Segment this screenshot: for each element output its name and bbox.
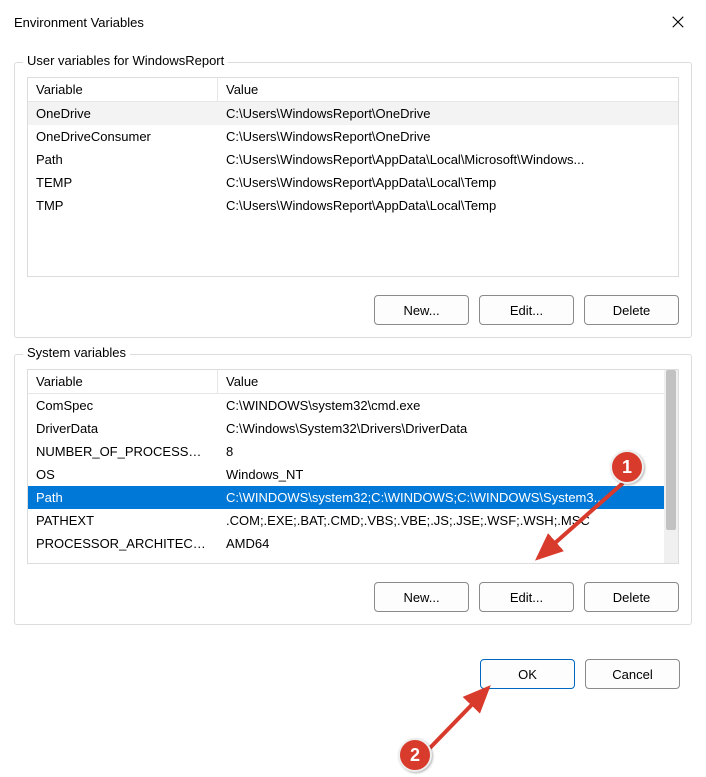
dialog-buttons-row: OK Cancel bbox=[0, 639, 706, 707]
sys-row-value: C:\WINDOWS\system32\cmd.exe bbox=[218, 394, 678, 417]
sys-row-variable: PATHEXT bbox=[28, 509, 218, 532]
titlebar: Environment Variables bbox=[0, 0, 706, 40]
sys-row-variable: OS bbox=[28, 463, 218, 486]
user-list-row[interactable]: TEMP C:\Users\WindowsReport\AppData\Loca… bbox=[28, 171, 678, 194]
user-delete-button[interactable]: Delete bbox=[584, 295, 679, 325]
sys-row-value: C:\Windows\System32\Drivers\DriverData bbox=[218, 417, 678, 440]
user-buttons-row: New... Edit... Delete bbox=[27, 295, 679, 325]
user-row-value: C:\Users\WindowsReport\AppData\Local\Tem… bbox=[218, 194, 678, 217]
sys-row-variable: NUMBER_OF_PROCESSORS bbox=[28, 440, 218, 463]
user-row-variable: OneDriveConsumer bbox=[28, 125, 218, 148]
sys-scrollbar[interactable] bbox=[664, 370, 678, 563]
user-variables-label: User variables for WindowsReport bbox=[23, 53, 228, 68]
sys-list-row[interactable]: PROCESSOR_ARCHITECTU... AMD64 bbox=[28, 532, 678, 555]
window-title: Environment Variables bbox=[14, 15, 144, 30]
annotation-badge-2: 2 bbox=[398, 738, 432, 772]
user-col-variable[interactable]: Variable bbox=[28, 78, 218, 102]
sys-row-value: .COM;.EXE;.BAT;.CMD;.VBS;.VBE;.JS;.JSE;.… bbox=[218, 509, 678, 532]
user-row-variable: Path bbox=[28, 148, 218, 171]
sys-row-variable: DriverData bbox=[28, 417, 218, 440]
user-row-value: C:\Users\WindowsReport\OneDrive bbox=[218, 102, 678, 125]
sys-list-row[interactable]: OS Windows_NT bbox=[28, 463, 678, 486]
sys-list-row-selected[interactable]: Path C:\WINDOWS\system32;C:\WINDOWS;C:\W… bbox=[28, 486, 678, 509]
close-button[interactable] bbox=[664, 8, 692, 36]
user-row-variable: TEMP bbox=[28, 171, 218, 194]
ok-button[interactable]: OK bbox=[480, 659, 575, 689]
user-row-value: C:\Users\WindowsReport\OneDrive bbox=[218, 125, 678, 148]
sys-buttons-row: New... Edit... Delete bbox=[27, 582, 679, 612]
sys-delete-button[interactable]: Delete bbox=[584, 582, 679, 612]
close-icon bbox=[671, 15, 685, 29]
sys-row-value: 8 bbox=[218, 440, 678, 463]
user-list-row[interactable]: OneDriveConsumer C:\Users\WindowsReport\… bbox=[28, 125, 678, 148]
sys-edit-button[interactable]: Edit... bbox=[479, 582, 574, 612]
sys-list-header[interactable]: Variable Value bbox=[28, 370, 678, 394]
sys-col-variable[interactable]: Variable bbox=[28, 370, 218, 394]
sys-scrollbar-thumb[interactable] bbox=[666, 370, 676, 530]
user-list-row[interactable]: OneDrive C:\Users\WindowsReport\OneDrive bbox=[28, 102, 678, 125]
user-variables-group: User variables for WindowsReport Variabl… bbox=[14, 62, 692, 338]
sys-col-value[interactable]: Value bbox=[218, 370, 678, 394]
system-variables-list[interactable]: Variable Value ComSpec C:\WINDOWS\system… bbox=[27, 369, 679, 564]
user-row-value: C:\Users\WindowsReport\AppData\Local\Tem… bbox=[218, 171, 678, 194]
sys-list-row[interactable]: ComSpec C:\WINDOWS\system32\cmd.exe bbox=[28, 394, 678, 417]
system-variables-label: System variables bbox=[23, 345, 130, 360]
annotation-badge-1: 1 bbox=[610, 450, 644, 484]
cancel-button[interactable]: Cancel bbox=[585, 659, 680, 689]
sys-row-variable: PROCESSOR_ARCHITECTU... bbox=[28, 532, 218, 555]
user-variables-list[interactable]: Variable Value OneDrive C:\Users\Windows… bbox=[27, 77, 679, 277]
sys-list-row[interactable]: PATHEXT .COM;.EXE;.BAT;.CMD;.VBS;.VBE;.J… bbox=[28, 509, 678, 532]
sys-list-row[interactable]: DriverData C:\Windows\System32\Drivers\D… bbox=[28, 417, 678, 440]
sys-row-variable: Path bbox=[28, 486, 218, 509]
user-list-row[interactable]: Path C:\Users\WindowsReport\AppData\Loca… bbox=[28, 148, 678, 171]
user-row-variable: OneDrive bbox=[28, 102, 218, 125]
sys-row-value: Windows_NT bbox=[218, 463, 678, 486]
user-row-variable: TMP bbox=[28, 194, 218, 217]
sys-row-value: C:\WINDOWS\system32;C:\WINDOWS;C:\WINDOW… bbox=[218, 486, 678, 509]
sys-row-value: AMD64 bbox=[218, 532, 678, 555]
sys-list-row[interactable]: NUMBER_OF_PROCESSORS 8 bbox=[28, 440, 678, 463]
user-row-value: C:\Users\WindowsReport\AppData\Local\Mic… bbox=[218, 148, 678, 171]
user-new-button[interactable]: New... bbox=[374, 295, 469, 325]
user-list-header[interactable]: Variable Value bbox=[28, 78, 678, 102]
user-list-row[interactable]: TMP C:\Users\WindowsReport\AppData\Local… bbox=[28, 194, 678, 217]
sys-row-variable: ComSpec bbox=[28, 394, 218, 417]
sys-new-button[interactable]: New... bbox=[374, 582, 469, 612]
user-col-value[interactable]: Value bbox=[218, 78, 678, 102]
system-variables-group: System variables Variable Value ComSpec … bbox=[14, 354, 692, 625]
user-edit-button[interactable]: Edit... bbox=[479, 295, 574, 325]
